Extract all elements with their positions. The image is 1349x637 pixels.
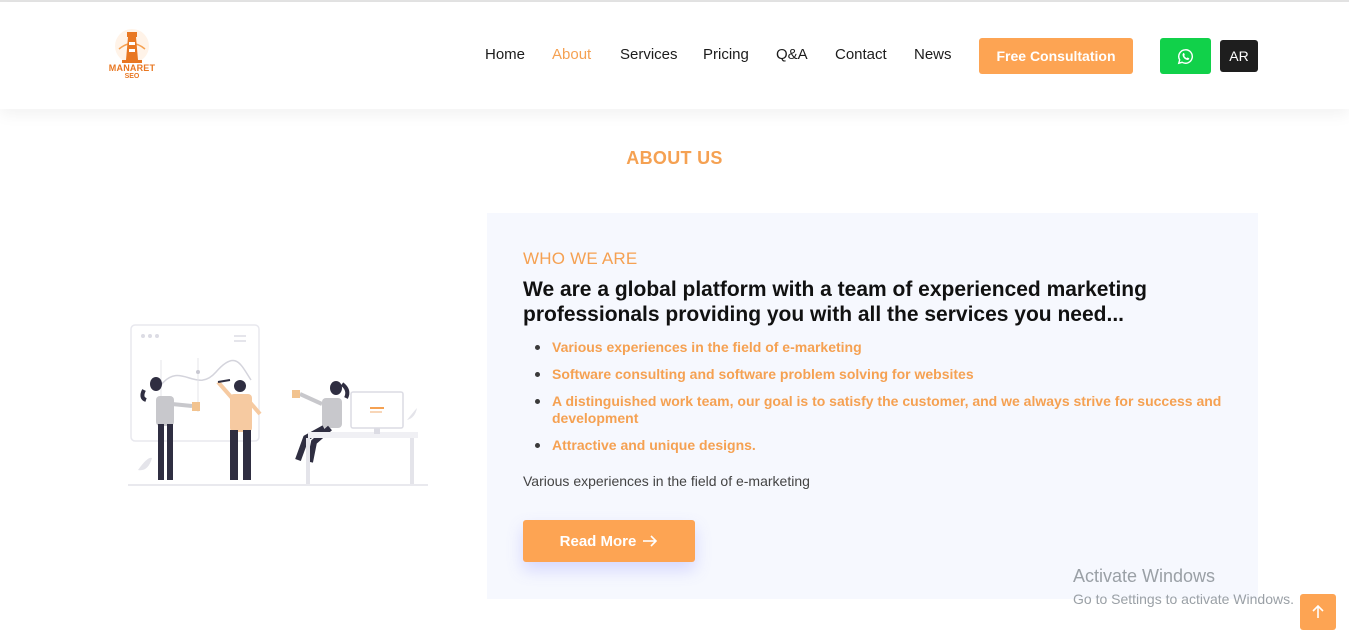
whatsapp-button[interactable] xyxy=(1160,38,1211,74)
watermark-subtitle: Go to Settings to activate Windows. xyxy=(1073,591,1294,607)
logo-text: MANARET xyxy=(108,63,156,73)
feature-item: A distinguished work team, our goal is t… xyxy=(523,393,1233,427)
navbar: MANARET SEO Home About Services Pricing … xyxy=(0,2,1349,109)
arrow-up-icon xyxy=(1312,605,1324,618)
team-illustration xyxy=(126,320,431,490)
whatsapp-icon xyxy=(1177,48,1193,64)
nav-item-about[interactable]: About xyxy=(552,46,591,63)
nav-item-home[interactable]: Home xyxy=(485,46,525,63)
feature-item: Software consulting and software problem… xyxy=(523,366,1233,383)
language-toggle-button[interactable]: AR xyxy=(1220,40,1258,72)
nav-item-pricing[interactable]: Pricing xyxy=(703,46,749,63)
about-summary: Various experiences in the field of e-ma… xyxy=(523,473,810,489)
nav-item-services[interactable]: Services xyxy=(620,46,678,63)
logo[interactable]: MANARET SEO xyxy=(92,24,172,88)
nav-item-news[interactable]: News xyxy=(914,46,952,63)
about-card: WHO WE ARE We are a global platform with… xyxy=(487,213,1258,599)
who-we-are-label: WHO WE ARE xyxy=(523,249,638,268)
section-title: ABOUT US xyxy=(626,148,723,168)
windows-activation-watermark: Activate Windows Go to Settings to activ… xyxy=(1073,566,1294,607)
feature-item: Attractive and unique designs. xyxy=(523,437,1233,454)
arrow-right-icon xyxy=(643,535,658,547)
features-list: Various experiences in the field of e-ma… xyxy=(523,339,1233,464)
nav-item-contact[interactable]: Contact xyxy=(835,46,887,63)
watermark-title: Activate Windows xyxy=(1073,566,1216,586)
about-headline: We are a global platform with a team of … xyxy=(523,278,1147,326)
free-consultation-button[interactable]: Free Consultation xyxy=(979,38,1133,74)
scroll-to-top-button[interactable] xyxy=(1300,594,1336,630)
logo-subtext: SEO xyxy=(124,73,140,80)
read-more-button[interactable]: Read More xyxy=(523,520,695,562)
feature-item: Various experiences in the field of e-ma… xyxy=(523,339,1233,356)
nav-item-qa[interactable]: Q&A xyxy=(776,46,808,63)
lighthouse-icon xyxy=(115,29,149,63)
read-more-label: Read More xyxy=(559,532,637,550)
